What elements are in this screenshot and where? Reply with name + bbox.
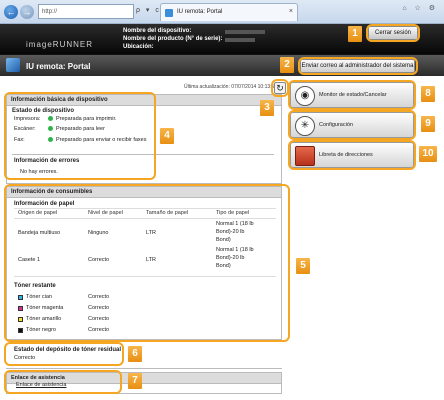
callout-4: 4	[160, 128, 174, 144]
forward-icon[interactable]: →	[20, 5, 34, 19]
close-tab-icon[interactable]: ×	[289, 8, 293, 15]
portal-icon	[6, 58, 20, 72]
back-icon[interactable]: ←	[4, 5, 18, 19]
device-name-label: Nombre del dispositivo:	[123, 28, 192, 34]
address-bar[interactable]: http://	[38, 4, 134, 19]
highlight	[288, 140, 416, 170]
window-icons[interactable]: ⌂ ☆ ⚙	[402, 4, 438, 12]
browser-tab[interactable]: IU remota: Portal ×	[160, 3, 298, 21]
favicon-icon	[165, 9, 173, 17]
callout-7: 7	[128, 373, 142, 389]
highlight	[271, 79, 289, 97]
highlight	[4, 184, 290, 342]
page-title: IU remota: Portal	[26, 62, 91, 71]
callout-10: 10	[419, 146, 437, 162]
callout-9: 9	[421, 116, 435, 132]
device-name-value	[225, 30, 265, 34]
highlight	[288, 80, 416, 110]
highlight	[366, 24, 420, 42]
address-tools[interactable]: ρ ▾ c	[136, 6, 161, 14]
divider	[6, 368, 282, 369]
highlight	[288, 110, 416, 140]
callout-3: 3	[260, 100, 274, 116]
highlight	[4, 342, 124, 366]
callout-5: 5	[296, 258, 310, 274]
highlight	[4, 92, 156, 180]
location-label: Ubicación:	[123, 44, 154, 50]
callout-6: 6	[128, 346, 142, 362]
callout-1: 1	[348, 26, 362, 42]
tab-title: IU remota: Portal	[177, 9, 223, 15]
highlight	[298, 57, 418, 75]
product-name-label: Nombre del producto (N° de serie):	[123, 36, 223, 42]
highlight	[4, 370, 122, 394]
brand-logo: imageRUNNER	[26, 40, 94, 49]
callout-8: 8	[421, 86, 435, 102]
product-name-value	[225, 38, 255, 42]
callout-2: 2	[280, 57, 294, 73]
last-update-text: Última actualización: 07/07/2014 10:13:5…	[183, 84, 286, 90]
